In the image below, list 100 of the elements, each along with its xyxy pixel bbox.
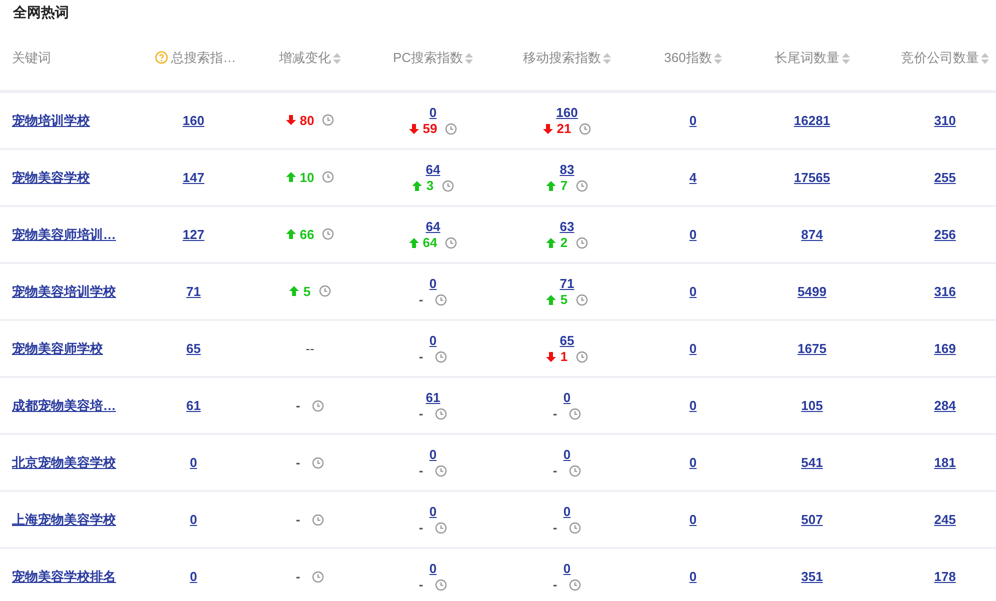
value-link[interactable]: 256	[934, 227, 956, 242]
clock-icon	[576, 294, 588, 306]
change-value: -	[296, 455, 300, 470]
value-link[interactable]: 0	[689, 284, 697, 299]
keyword-link[interactable]: 宠物美容学校	[12, 170, 90, 184]
value-link[interactable]: 63	[560, 219, 574, 234]
value-link[interactable]: 0	[563, 561, 571, 576]
value-link[interactable]: 507	[801, 512, 823, 527]
value-link[interactable]: 0	[689, 227, 697, 242]
keyword-link[interactable]: 宠物美容师培训…	[12, 226, 116, 242]
value-link[interactable]: 0	[429, 447, 437, 462]
change-value: -	[296, 569, 300, 584]
change-value: -	[418, 463, 424, 478]
value-link[interactable]: 874	[801, 227, 823, 242]
clock-icon	[322, 228, 334, 240]
clock-icon	[435, 578, 448, 590]
column-header: 总搜索指…	[171, 48, 236, 67]
section-title: 全网热词	[12, 3, 70, 22]
value-link[interactable]: 65	[186, 341, 201, 356]
value-link[interactable]: 0	[429, 333, 437, 348]
value-link[interactable]: 17565	[794, 170, 830, 185]
change-value: 59	[422, 121, 438, 136]
clock-icon	[569, 522, 582, 534]
value-link[interactable]: 65	[560, 333, 574, 348]
keyword-link[interactable]: 上海宠物美容学校	[12, 512, 116, 526]
value-link[interactable]: 160	[182, 113, 204, 128]
value-link[interactable]: 4	[689, 170, 697, 185]
keyword-link[interactable]: 宠物美容培训学校	[12, 284, 116, 298]
change-value: 3	[426, 178, 434, 193]
value-link[interactable]: 1675	[798, 341, 826, 356]
change-value: 5	[303, 284, 311, 299]
value-link[interactable]: 0	[429, 504, 437, 519]
value-link[interactable]: 0	[689, 569, 697, 584]
change-value: -	[418, 577, 424, 592]
keyword-link[interactable]: 宠物培训学校	[12, 112, 90, 128]
change-value: -	[418, 349, 424, 364]
value-link[interactable]: 5499	[798, 284, 826, 299]
value-link[interactable]: 351	[801, 569, 823, 584]
value-link[interactable]: 127	[182, 227, 204, 242]
value-link[interactable]: 105	[801, 398, 823, 413]
value-link[interactable]: 0	[689, 512, 697, 527]
clock-icon	[576, 180, 588, 192]
value-link[interactable]: 0	[429, 561, 437, 576]
column-header: 360指数	[664, 49, 712, 67]
value-link[interactable]: 0	[429, 105, 437, 120]
change-value: -	[418, 406, 424, 421]
value-link[interactable]: 64	[426, 162, 440, 177]
value-link[interactable]: 160	[556, 105, 578, 120]
value-link[interactable]: 316	[934, 284, 956, 299]
column-header: 竞价公司数量	[901, 49, 979, 67]
clock-icon	[312, 400, 324, 412]
change-value: --	[306, 341, 314, 356]
clock-icon	[312, 570, 324, 582]
clock-icon	[569, 464, 582, 476]
value-link[interactable]: 0	[689, 113, 697, 128]
value-link[interactable]: 255	[934, 170, 956, 185]
value-link[interactable]: 0	[689, 398, 697, 413]
keyword-link[interactable]: 宠物美容学校排名	[12, 568, 116, 584]
value-link[interactable]: 0	[429, 276, 437, 291]
keyword-link[interactable]: 北京宠物美容学校	[12, 454, 116, 470]
value-link[interactable]: 0	[563, 447, 571, 462]
clock-icon	[322, 114, 334, 126]
sort-icon[interactable]	[714, 52, 722, 64]
sort-icon[interactable]	[333, 52, 341, 64]
sort-icon[interactable]	[603, 52, 611, 64]
value-link[interactable]: 0	[563, 504, 571, 519]
value-link[interactable]: 71	[186, 284, 201, 299]
value-link[interactable]: 0	[190, 512, 198, 527]
value-link[interactable]: 0	[190, 569, 198, 584]
value-link[interactable]: 0	[563, 390, 571, 405]
value-link[interactable]: 178	[934, 569, 956, 584]
value-link[interactable]: 0	[689, 341, 697, 356]
value-link[interactable]: 16281	[794, 113, 830, 128]
sort-icon[interactable]	[842, 52, 850, 64]
keyword-link[interactable]: 成都宠物美容培…	[12, 398, 116, 412]
change-value: 1	[560, 349, 568, 364]
change-value: 80	[300, 112, 314, 128]
value-link[interactable]: 61	[426, 390, 440, 405]
value-link[interactable]: 71	[560, 276, 574, 291]
clock-icon	[435, 522, 448, 534]
change-value: -	[296, 398, 300, 413]
change-value: -	[552, 520, 558, 535]
value-link[interactable]: 181	[934, 455, 956, 470]
value-link[interactable]: 245	[934, 512, 956, 527]
keyword-link[interactable]: 宠物美容师学校	[12, 340, 103, 356]
value-link[interactable]: 147	[182, 170, 204, 185]
clock-icon	[435, 350, 448, 362]
value-link[interactable]: 284	[934, 398, 956, 413]
value-link[interactable]: 83	[560, 162, 574, 177]
value-link[interactable]: 64	[426, 219, 440, 234]
value-link[interactable]: 0	[190, 455, 198, 470]
value-link[interactable]: 0	[689, 455, 697, 470]
clock-icon	[576, 236, 588, 248]
value-link[interactable]: 541	[801, 455, 823, 470]
value-link[interactable]: 310	[934, 113, 956, 128]
sort-icon[interactable]	[981, 52, 989, 64]
value-link[interactable]: 61	[186, 398, 201, 413]
sort-icon[interactable]	[465, 52, 474, 64]
column-header: 增减变化	[279, 49, 331, 67]
value-link[interactable]: 169	[934, 341, 956, 356]
